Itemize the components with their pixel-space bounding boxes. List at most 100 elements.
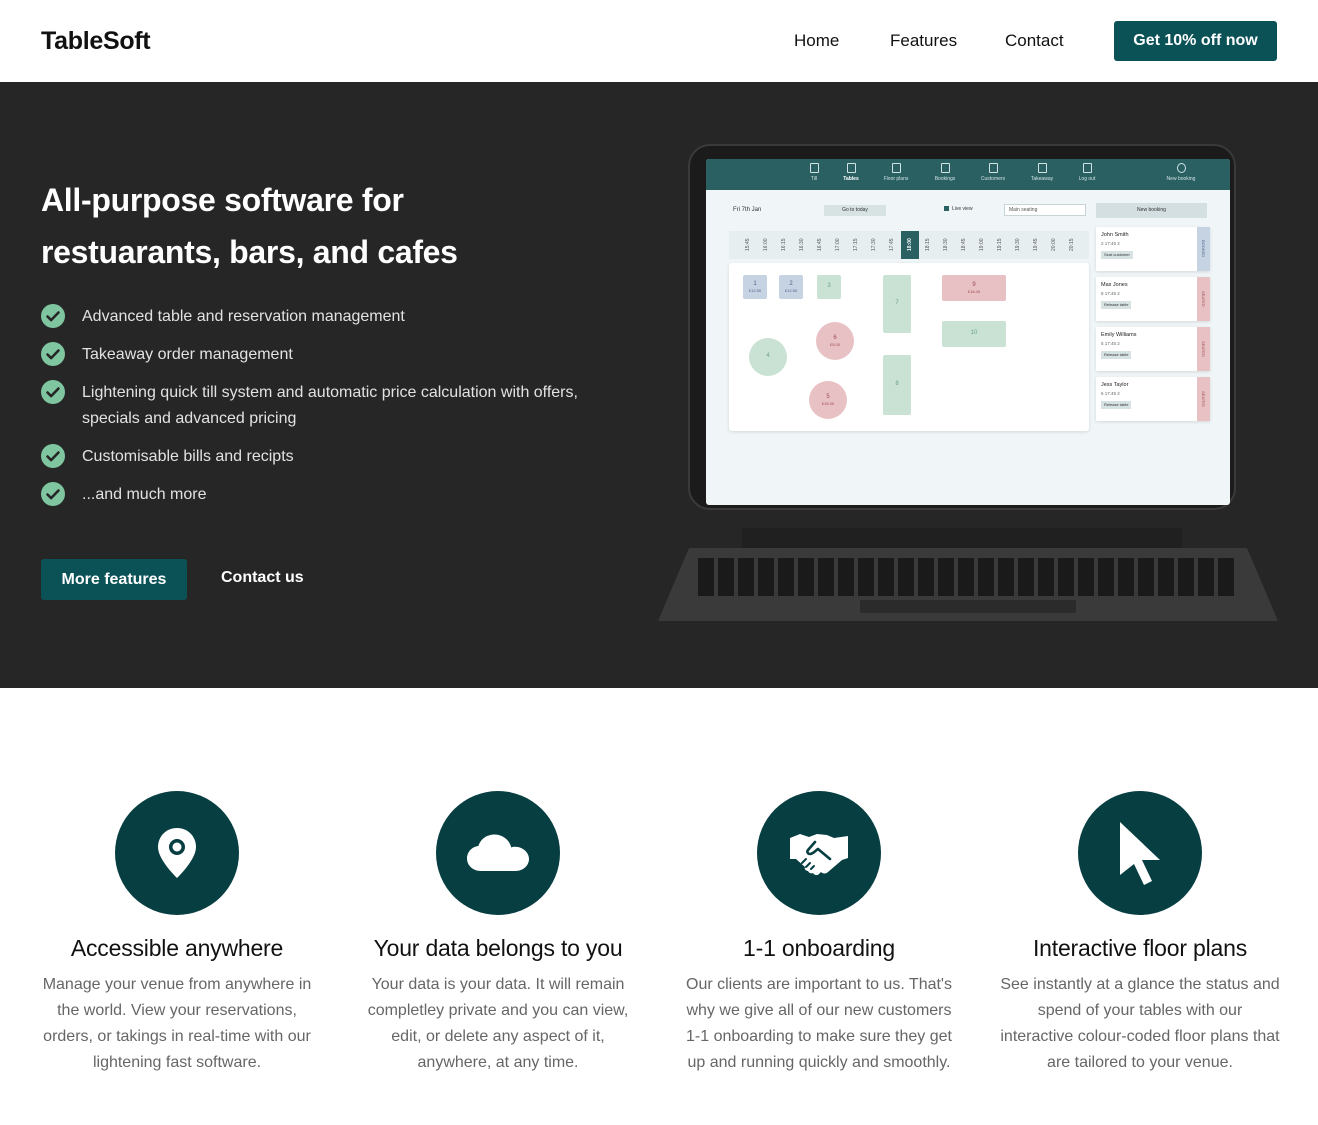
nav-link-home[interactable]: Home: [794, 31, 839, 51]
timeline-slot: 19:15: [997, 238, 1003, 252]
tablet-frame: Till Tables Floor plans Bookings Custome…: [688, 144, 1236, 510]
app-tab-log-out: Log out: [1067, 163, 1107, 182]
feature-title: Interactive floor plans: [1032, 935, 1247, 961]
timeline-slot: 18:15: [925, 238, 931, 252]
check-circle-icon: [41, 482, 65, 506]
timeline-slot: 16:45: [817, 238, 823, 252]
top-nav: TableSoft Home Features Contact Get 10% …: [0, 0, 1318, 82]
check-circle-icon: [41, 444, 65, 468]
feature-icon-circle: [115, 791, 239, 915]
app-tab-customers: Customers: [973, 163, 1013, 182]
feature-icon-circle: [1078, 791, 1202, 915]
timeline-slot: 17:00: [835, 238, 841, 252]
timeline-slot: 17:45: [889, 238, 895, 252]
timeline-slot: 18:45: [961, 238, 967, 252]
timeline-slot: 16:15: [781, 238, 787, 252]
feature-card: Your data belongs to you Your data is yo…: [358, 791, 638, 1076]
laptop-mockup: Till Tables Floor plans Bookings Custome…: [658, 144, 1278, 624]
checklist-text: Takeaway order management: [82, 346, 293, 363]
keyboard: [658, 548, 1278, 621]
checklist-text: Advanced table and reservation managemen…: [82, 308, 405, 325]
contact-us-button[interactable]: Contact us: [221, 569, 304, 587]
floor-table-1: 1 £12.50: [743, 275, 767, 299]
pointer-icon: [1120, 822, 1160, 885]
floor-table-9: 9 £18.45: [942, 275, 1006, 301]
checklist-item: Takeaway order management: [41, 342, 581, 368]
timeline-slot: 17:30: [871, 238, 877, 252]
feature-description: See instantly at a glance the status and…: [1000, 976, 1280, 1071]
handshake-icon: [790, 834, 848, 876]
app-timeline: 15:45 16:00 16:15 16:30 16:45 17:00 17:1…: [729, 231, 1089, 259]
feature-description: Your data is your data. It will remain c…: [367, 976, 629, 1071]
app-live-view: Live view: [944, 206, 973, 212]
timeline-slot: 19:30: [1015, 238, 1021, 252]
checklist-item: ...and much more: [41, 482, 581, 508]
feature-title: 1-1 onboarding: [743, 935, 895, 961]
check-circle-icon: [41, 304, 65, 328]
booking-card: Max Jones 8 17:45 2 Release table SEATED: [1096, 277, 1210, 321]
app-tab-takeaway: Takeaway: [1022, 163, 1062, 182]
timeline-slot: 15:45: [745, 238, 751, 252]
app-seating-select: Main seating: [1004, 204, 1086, 216]
floor-table-10: 10: [942, 321, 1006, 347]
timeline-slot: 18:30: [943, 238, 949, 252]
feature-icon-circle: [436, 791, 560, 915]
nav-link-features[interactable]: Features: [890, 31, 957, 51]
app-tab-bookings: Bookings: [925, 163, 965, 182]
hero-section: All-purpose software for restuarants, ba…: [0, 82, 1318, 688]
app-new-booking-button: New booking: [1096, 203, 1207, 218]
feature-description: Manage your venue from anywhere in the w…: [42, 976, 312, 1071]
timeline-slot: 20:15: [1069, 238, 1075, 252]
more-features-button[interactable]: More features: [41, 559, 187, 600]
feature-icon-circle: [757, 791, 881, 915]
feature-card: 1-1 onboarding Our clients are important…: [679, 791, 959, 1076]
app-floor-plan: 1 £12.50 2 £12.50 3 4 5 £16.00 6 £5.00 7 8 9…: [729, 263, 1089, 431]
feature-card: Interactive floor plans See instantly at…: [1000, 791, 1280, 1076]
keyboard-hinge: [742, 528, 1182, 550]
hero-title-line-1: All-purpose software for: [41, 182, 404, 218]
app-goto-today: Go to today: [824, 205, 886, 216]
booking-card: Jess Taylor 6 17:45 2 Release table SEAT…: [1096, 377, 1210, 421]
checklist-text: Lightening quick till system and automat…: [82, 384, 578, 427]
booking-card: Emily Williams 5 17:45 2 Release table S…: [1096, 327, 1210, 371]
floor-table-6: 6 £5.00: [816, 322, 854, 360]
floor-table-7: 7: [883, 275, 911, 333]
app-tab-floor-plans: Floor plans: [876, 163, 916, 182]
app-nav-bar: Till Tables Floor plans Bookings Custome…: [706, 159, 1230, 190]
floor-table-4: 4: [749, 338, 787, 376]
checklist-item: Lightening quick till system and automat…: [41, 380, 581, 432]
timeline-slot: 19:00: [979, 238, 985, 252]
checklist-item: Advanced table and reservation managemen…: [41, 304, 581, 330]
app-tab-till: Till: [794, 163, 834, 182]
logo[interactable]: TableSoft: [41, 27, 151, 56]
checklist-text: Customisable bills and recipts: [82, 448, 294, 465]
app-date-label: Fri 7th Jan: [733, 207, 762, 213]
hero-title-line-2: restuarants, bars, and cafes: [41, 234, 458, 270]
timeline-slot: 20:00: [1051, 238, 1057, 252]
timeline-slot: 19:45: [1033, 238, 1039, 252]
checklist-text: ...and much more: [82, 486, 207, 503]
floor-table-8: 8: [883, 355, 911, 415]
cloud-icon: [467, 834, 529, 871]
get-discount-button[interactable]: Get 10% off now: [1114, 21, 1277, 61]
feature-checklist: Advanced table and reservation managemen…: [41, 304, 581, 520]
timeline-slot: 17:15: [853, 238, 859, 252]
timeline-slot-current: 18:00: [901, 231, 919, 259]
nav-link-contact[interactable]: Contact: [1005, 31, 1064, 51]
location-pin-icon: [158, 828, 196, 878]
features-section: Accessible anywhere Manage your venue fr…: [0, 688, 1318, 1125]
feature-title: Accessible anywhere: [70, 935, 284, 961]
floor-table-2: 2 £12.50: [779, 275, 803, 299]
hero-title: All-purpose software for restuarants, ba…: [41, 174, 561, 278]
feature-description: Our clients are important to us. That's …: [686, 976, 952, 1071]
trackpad: [860, 600, 1076, 613]
timeline-slot: 16:30: [799, 238, 805, 252]
app-tab-tables: Tables: [831, 163, 871, 182]
app-tab-new-booking: New booking: [1161, 163, 1201, 182]
feature-title: Your data belongs to you: [373, 935, 623, 961]
check-circle-icon: [41, 380, 65, 404]
timeline-slot: 16:00: [763, 238, 769, 252]
checklist-item: Customisable bills and recipts: [41, 444, 581, 470]
feature-card: Accessible anywhere Manage your venue fr…: [37, 791, 317, 1076]
app-screenshot: Till Tables Floor plans Bookings Custome…: [706, 159, 1230, 505]
